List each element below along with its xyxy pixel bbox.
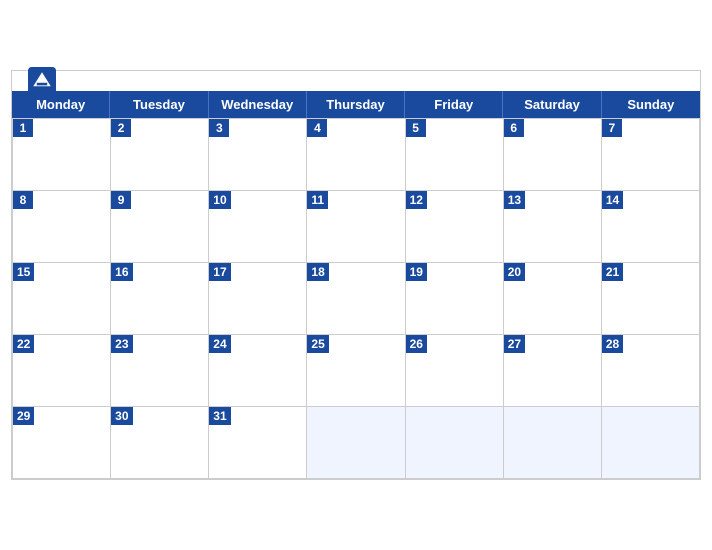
day-header-monday: Monday — [12, 91, 110, 118]
day-cell: 17 — [209, 263, 307, 335]
day-cell: 3 — [209, 119, 307, 191]
day-number: 3 — [209, 119, 229, 137]
day-cell: 11 — [307, 191, 405, 263]
day-header-tuesday: Tuesday — [110, 91, 208, 118]
day-cell — [504, 407, 602, 479]
day-number: 19 — [406, 263, 427, 281]
day-number: 13 — [504, 191, 525, 209]
day-cell — [602, 407, 700, 479]
day-cell: 30 — [111, 407, 209, 479]
day-number: 14 — [602, 191, 623, 209]
day-number: 18 — [307, 263, 328, 281]
day-cell: 20 — [504, 263, 602, 335]
day-number: 27 — [504, 335, 525, 353]
day-cell: 13 — [504, 191, 602, 263]
day-number: 2 — [111, 119, 131, 137]
day-number: 17 — [209, 263, 230, 281]
day-cell: 7 — [602, 119, 700, 191]
day-cell: 28 — [602, 335, 700, 407]
day-cell: 31 — [209, 407, 307, 479]
day-number: 28 — [602, 335, 623, 353]
calendar-grid: 1234567891011121314151617181920212223242… — [12, 118, 700, 479]
day-number: 9 — [111, 191, 131, 209]
day-number: 1 — [13, 119, 33, 137]
day-cell: 12 — [406, 191, 504, 263]
day-number: 16 — [111, 263, 132, 281]
day-header-thursday: Thursday — [307, 91, 405, 118]
day-cell: 16 — [111, 263, 209, 335]
day-number: 4 — [307, 119, 327, 137]
day-cell: 8 — [13, 191, 111, 263]
day-header-wednesday: Wednesday — [209, 91, 307, 118]
day-cell: 15 — [13, 263, 111, 335]
day-number: 8 — [13, 191, 33, 209]
day-number: 15 — [13, 263, 34, 281]
day-cell — [307, 407, 405, 479]
calendar-header — [12, 71, 700, 91]
day-headers: MondayTuesdayWednesdayThursdayFridaySatu… — [12, 91, 700, 118]
day-cell: 22 — [13, 335, 111, 407]
day-number: 30 — [111, 407, 132, 425]
day-cell: 9 — [111, 191, 209, 263]
day-header-sunday: Sunday — [602, 91, 700, 118]
day-number: 24 — [209, 335, 230, 353]
day-number: 25 — [307, 335, 328, 353]
day-number: 22 — [13, 335, 34, 353]
day-cell: 4 — [307, 119, 405, 191]
day-cell: 26 — [406, 335, 504, 407]
day-header-saturday: Saturday — [503, 91, 601, 118]
day-cell: 10 — [209, 191, 307, 263]
day-cell: 19 — [406, 263, 504, 335]
day-number: 6 — [504, 119, 524, 137]
calendar: MondayTuesdayWednesdayThursdayFridaySatu… — [11, 70, 701, 480]
generalblue-logo-icon — [28, 67, 56, 95]
day-cell: 2 — [111, 119, 209, 191]
day-number: 7 — [602, 119, 622, 137]
day-cell: 25 — [307, 335, 405, 407]
day-number: 26 — [406, 335, 427, 353]
day-cell: 27 — [504, 335, 602, 407]
day-number: 5 — [406, 119, 426, 137]
day-number: 31 — [209, 407, 230, 425]
day-number: 11 — [307, 191, 328, 209]
day-number: 21 — [602, 263, 623, 281]
day-cell: 5 — [406, 119, 504, 191]
day-cell: 18 — [307, 263, 405, 335]
day-cell: 21 — [602, 263, 700, 335]
day-cell: 14 — [602, 191, 700, 263]
day-cell: 23 — [111, 335, 209, 407]
day-number: 10 — [209, 191, 230, 209]
day-header-friday: Friday — [405, 91, 503, 118]
day-cell — [406, 407, 504, 479]
day-cell: 29 — [13, 407, 111, 479]
day-number: 23 — [111, 335, 132, 353]
day-cell: 24 — [209, 335, 307, 407]
day-number: 20 — [504, 263, 525, 281]
day-cell: 6 — [504, 119, 602, 191]
day-number: 12 — [406, 191, 427, 209]
day-cell: 1 — [13, 119, 111, 191]
day-number: 29 — [13, 407, 34, 425]
logo — [28, 67, 60, 95]
